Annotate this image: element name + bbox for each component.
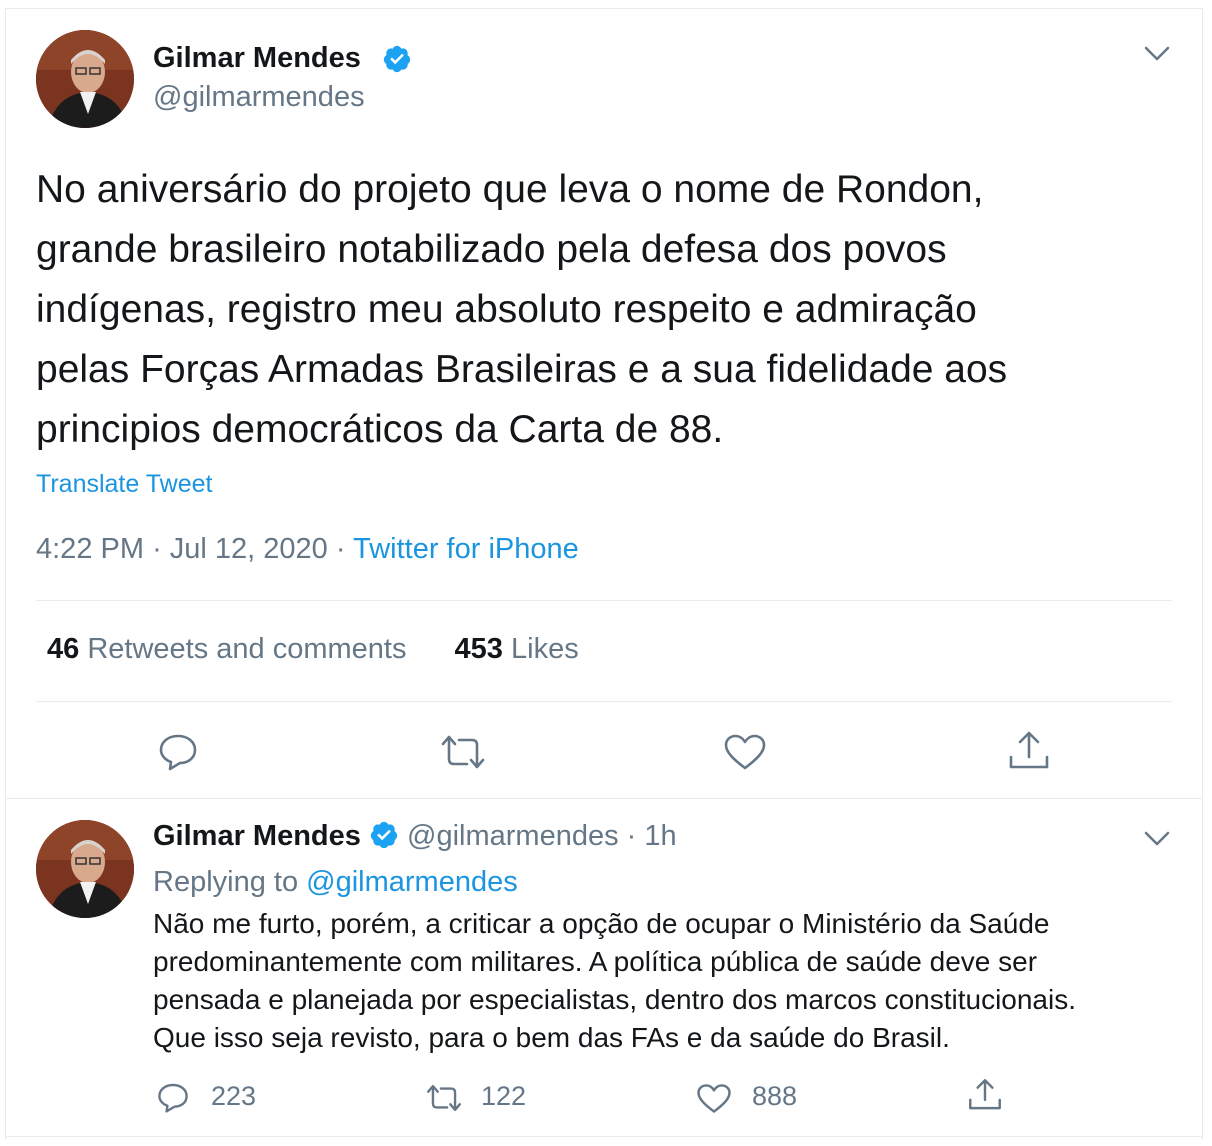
tweet-text: No aniversário do projeto que leva o nom…	[36, 160, 1186, 460]
reply-button[interactable]	[156, 1081, 190, 1113]
retweets-stat[interactable]: 46 Retweets and comments	[47, 633, 406, 666]
retweet-button[interactable]	[439, 733, 487, 771]
heart-icon	[697, 1084, 731, 1113]
tweet-text-line: pelas Forças Armadas Brasileiras e a sua…	[36, 348, 1008, 391]
likes-count: 453	[454, 633, 503, 665]
retweets-count: 46	[47, 633, 80, 665]
meta-separator: ·	[335, 533, 346, 565]
tweet-stats: 46 Retweets and comments 453 Likes	[47, 633, 579, 666]
author-handle[interactable]: @gilmarmendes	[153, 81, 365, 114]
author-avatar[interactable]	[36, 820, 134, 918]
tweet-text-line: Que isso seja revisto, para o bem das FA…	[153, 1022, 950, 1053]
chevron-down-icon[interactable]	[1143, 45, 1171, 63]
speech-bubble-icon	[159, 734, 197, 771]
retweet-count: 122	[481, 1081, 527, 1111]
tweet-text-line: indígenas, registro meu absoluto respeit…	[36, 288, 977, 331]
tweet-text-line: No aniversário do projeto que leva o nom…	[36, 168, 984, 211]
verified-badge-icon	[383, 45, 411, 73]
avatar-photo	[36, 30, 134, 128]
timeline-bottom-border	[5, 1136, 1203, 1137]
share-button[interactable]	[1007, 729, 1051, 773]
meta-separator: ·	[152, 533, 162, 565]
tweet-text-line: Não me furto, porém, a criticar a opção …	[153, 908, 1050, 939]
divider	[36, 600, 1172, 601]
share-upload-icon	[1009, 731, 1049, 769]
tweet-text-line: pensada e planejada por especialistas, d…	[153, 984, 1077, 1015]
like-count: 888	[752, 1081, 798, 1111]
author-name[interactable]: Gilmar Mendes	[153, 820, 361, 852]
share-upload-icon	[969, 1079, 1001, 1110]
retweet-arrows-icon	[427, 1084, 461, 1112]
translate-tweet-link[interactable]: Translate Tweet	[36, 470, 212, 499]
author-handle[interactable]: @gilmarmendes	[407, 820, 619, 852]
retweets-label: Retweets and comments	[87, 633, 407, 665]
reply-button[interactable]	[157, 731, 199, 771]
avatar-photo	[36, 820, 134, 918]
likes-label: Likes	[511, 633, 579, 665]
author-name[interactable]: Gilmar Mendes	[153, 42, 361, 75]
likes-stat[interactable]: 453 Likes	[455, 633, 579, 666]
reply-header: Gilmar Mendes @gilmarmendes · 1h	[153, 820, 677, 853]
heart-icon	[724, 734, 766, 770]
reply-tweet-text: Não me furto, porém, a criticar a opção …	[153, 905, 1076, 1057]
verified-badge-icon	[370, 821, 398, 849]
tweet-text-line: principios democráticos da Carta de 88.	[36, 408, 724, 451]
tweet-text-line: predominantemente com militares. A polít…	[153, 946, 1038, 977]
replying-mention-link[interactable]: @gilmarmendes	[306, 866, 518, 898]
tweet-text-line: grande brasileiro notabilizado pela defe…	[36, 228, 947, 271]
speech-bubble-icon	[158, 1083, 188, 1113]
share-button[interactable]	[967, 1077, 1003, 1113]
retweet-arrows-icon	[441, 735, 485, 769]
author-avatar[interactable]	[36, 30, 134, 128]
tweet-separator	[5, 798, 1203, 799]
like-button[interactable]	[723, 733, 767, 771]
like-button[interactable]	[696, 1083, 732, 1114]
reply-count: 223	[211, 1081, 257, 1111]
tweet-time[interactable]: 4:22 PM	[36, 533, 144, 565]
retweet-button[interactable]	[424, 1083, 464, 1113]
chevron-down-icon[interactable]	[1143, 830, 1171, 848]
tweet-meta: 4:22 PM · Jul 12, 2020 · Twitter for iPh…	[36, 533, 579, 566]
replying-to: Replying to @gilmarmendes	[153, 866, 518, 899]
tweet-source-link[interactable]: Twitter for iPhone	[353, 533, 579, 565]
tweet-time-ago[interactable]: 1h	[644, 820, 676, 852]
replying-prefix: Replying to	[153, 866, 299, 898]
meta-separator: ·	[626, 820, 637, 852]
tweet-date[interactable]: Jul 12, 2020	[170, 533, 328, 565]
divider	[36, 701, 1172, 702]
